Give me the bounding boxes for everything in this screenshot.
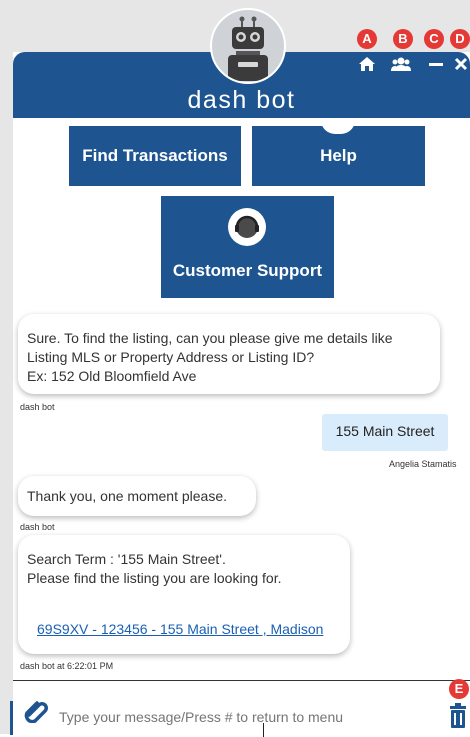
bot-message: Thank you, one moment please. [18, 476, 256, 516]
attachment-icon[interactable] [23, 697, 49, 724]
message-input-bar [10, 680, 470, 737]
message-timestamp: dash bot at 6:22:01 PM [20, 661, 114, 671]
message-line: Ex: 152 Old Bloomfield Ave [27, 368, 197, 384]
message-line: Please find the listing you are looking … [27, 570, 282, 586]
message-line: Sure. To find the listing, can you pleas… [27, 330, 393, 346]
badge-e: E [449, 679, 469, 699]
bot-message: Search Term : '155 Main Street'. Please … [18, 535, 350, 654]
message-sender: dash bot [20, 522, 55, 532]
message-sender: dash bot [20, 402, 55, 412]
minimize-icon[interactable] [425, 53, 447, 75]
message-line: Search Term : '155 Main Street'. [27, 551, 226, 567]
message-sender: Angelia Stamatis [389, 459, 457, 469]
headset-icon [228, 208, 266, 246]
home-icon[interactable] [356, 53, 378, 75]
listing-link[interactable]: 69S9XV - 123456 - 155 Main Street , Madi… [37, 620, 323, 639]
badge-a: A [357, 29, 377, 49]
customer-support-label: Customer Support [172, 261, 323, 280]
message-text: Thank you, one moment please. [27, 488, 228, 504]
robot-icon [228, 16, 268, 81]
find-transactions-button[interactable]: Find Transactions [69, 126, 241, 186]
window-frame-left [0, 0, 13, 734]
badge-d: D [450, 29, 470, 49]
text-cursor [263, 723, 264, 737]
help-icon [321, 120, 355, 134]
help-button-label: Help [320, 146, 357, 165]
bot-avatar [210, 8, 286, 84]
close-icon[interactable] [450, 53, 470, 75]
message-input[interactable] [59, 705, 429, 729]
trash-icon[interactable] [448, 701, 468, 729]
users-icon[interactable] [390, 53, 412, 75]
user-message: 155 Main Street [322, 414, 448, 451]
input-edge [10, 701, 13, 735]
chat-title: dash bot [187, 86, 296, 114]
bot-message: Sure. To find the listing, can you pleas… [18, 314, 440, 394]
customer-support-button[interactable]: Customer Support [161, 196, 334, 298]
message-line: Listing MLS or Property Address or Listi… [27, 349, 315, 365]
badge-c: C [424, 29, 444, 49]
badge-b: B [393, 29, 413, 49]
help-button[interactable]: Help [252, 120, 425, 186]
